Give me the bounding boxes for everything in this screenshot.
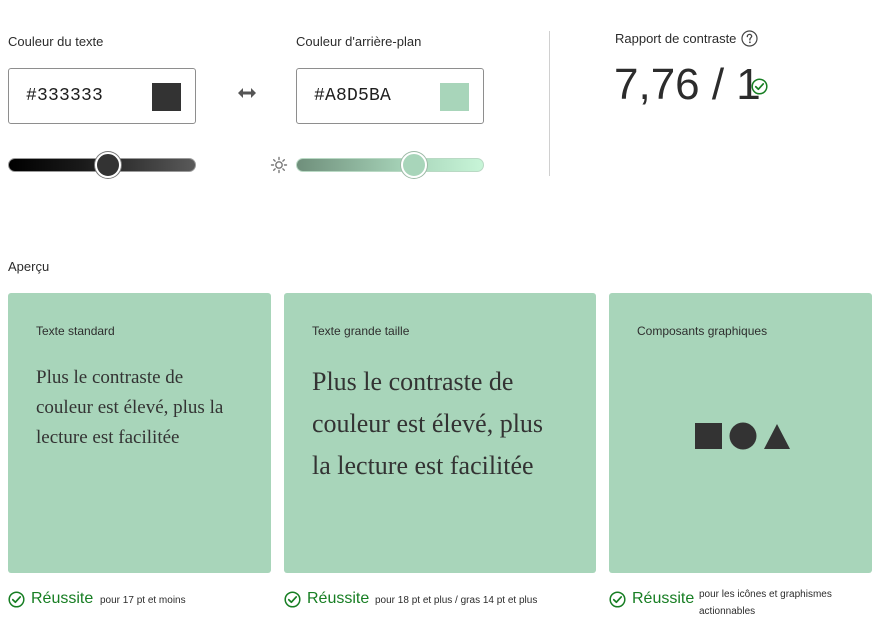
sample-text: Plus le contraste de couleur est élevé, … (36, 367, 224, 448)
sample-text: Plus le contraste de couleur est élevé, … (312, 367, 544, 480)
square-icon (695, 423, 722, 449)
pass-note: pour 18 pt et plus / gras 14 pt et plus (375, 595, 538, 606)
triangle-icon (764, 424, 790, 449)
graphic-shapes (695, 422, 790, 450)
preview-card-large-text: Texte grande taille Plus le contraste de… (284, 293, 596, 573)
background-color-field[interactable]: #A8D5BA (296, 68, 484, 124)
background-brightness-slider-thumb[interactable] (401, 152, 428, 178)
pass-status: Réussite (31, 590, 94, 607)
text-color-swatch[interactable] (152, 83, 181, 111)
preview-label: Aperçu (8, 259, 50, 274)
background-brightness-slider[interactable] (296, 158, 484, 172)
circle-icon (729, 422, 757, 450)
contrast-ratio-label: Rapport de contraste (615, 31, 737, 46)
contrast-checker: Couleur du texte #333333 Couleur d'arriè… (0, 0, 886, 621)
result-large-text: Réussite pour 18 pt et plus / gras 14 pt… (284, 588, 596, 612)
text-brightness-slider-thumb[interactable] (94, 152, 121, 178)
pass-status: Réussite (632, 590, 695, 607)
card-title: Composants graphiques (637, 324, 768, 338)
background-color-label: Couleur d'arrière-plan (296, 34, 422, 49)
help-icon[interactable] (741, 30, 758, 47)
pass-check-icon (609, 591, 626, 608)
swap-colors-icon[interactable] (236, 84, 258, 102)
text-color-hex[interactable]: #333333 (26, 86, 103, 106)
card-title: Texte grande taille (312, 324, 410, 338)
background-color-hex[interactable]: #A8D5BA (314, 86, 391, 106)
pass-note: pour 17 pt et moins (100, 595, 186, 606)
pass-status: Réussite (307, 590, 370, 607)
contrast-ratio-value: 7,76 / 1 (614, 60, 761, 109)
card-title: Texte standard (36, 324, 115, 338)
pass-check-icon (8, 591, 25, 608)
background-color-swatch[interactable] (440, 83, 469, 111)
result-standard-text: Réussite pour 17 pt et moins (8, 588, 271, 612)
text-color-label: Couleur du texte (8, 34, 104, 49)
text-color-field[interactable]: #333333 (8, 68, 196, 124)
preview-card-graphic-components: Composants graphiques (609, 293, 872, 573)
divider (549, 31, 550, 176)
pass-check-icon (751, 78, 768, 95)
result-graphic-components: Réussite pour les icônes et graphismes a… (609, 588, 872, 617)
pass-check-icon (284, 591, 301, 608)
pass-note: pour les icônes et graphismes actionnabl… (699, 589, 832, 617)
preview-card-standard-text: Texte standard Plus le contraste de coul… (8, 293, 271, 573)
brightness-icon (270, 156, 288, 174)
